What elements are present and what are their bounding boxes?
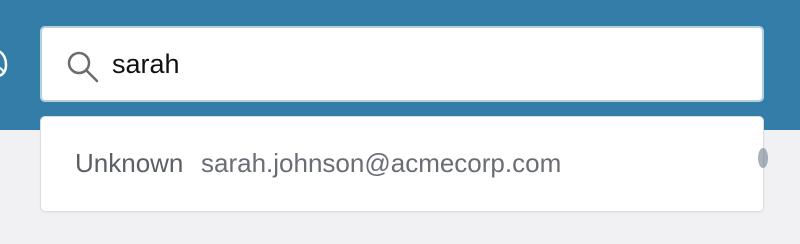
search-input[interactable] bbox=[112, 38, 732, 90]
scroll-indicator bbox=[758, 148, 768, 168]
search-icon bbox=[67, 51, 99, 83]
search-box[interactable] bbox=[40, 26, 764, 102]
suggestion-name: Unknown bbox=[75, 148, 184, 178]
edge-icon bbox=[0, 50, 8, 77]
suggestion-email: sarah.johnson@acmecorp.com bbox=[201, 148, 562, 178]
search-suggestions-dropdown: Unknown sarah.johnson@acmecorp.com bbox=[40, 116, 764, 212]
suggestion-item[interactable]: Unknown sarah.johnson@acmecorp.com bbox=[41, 117, 763, 211]
